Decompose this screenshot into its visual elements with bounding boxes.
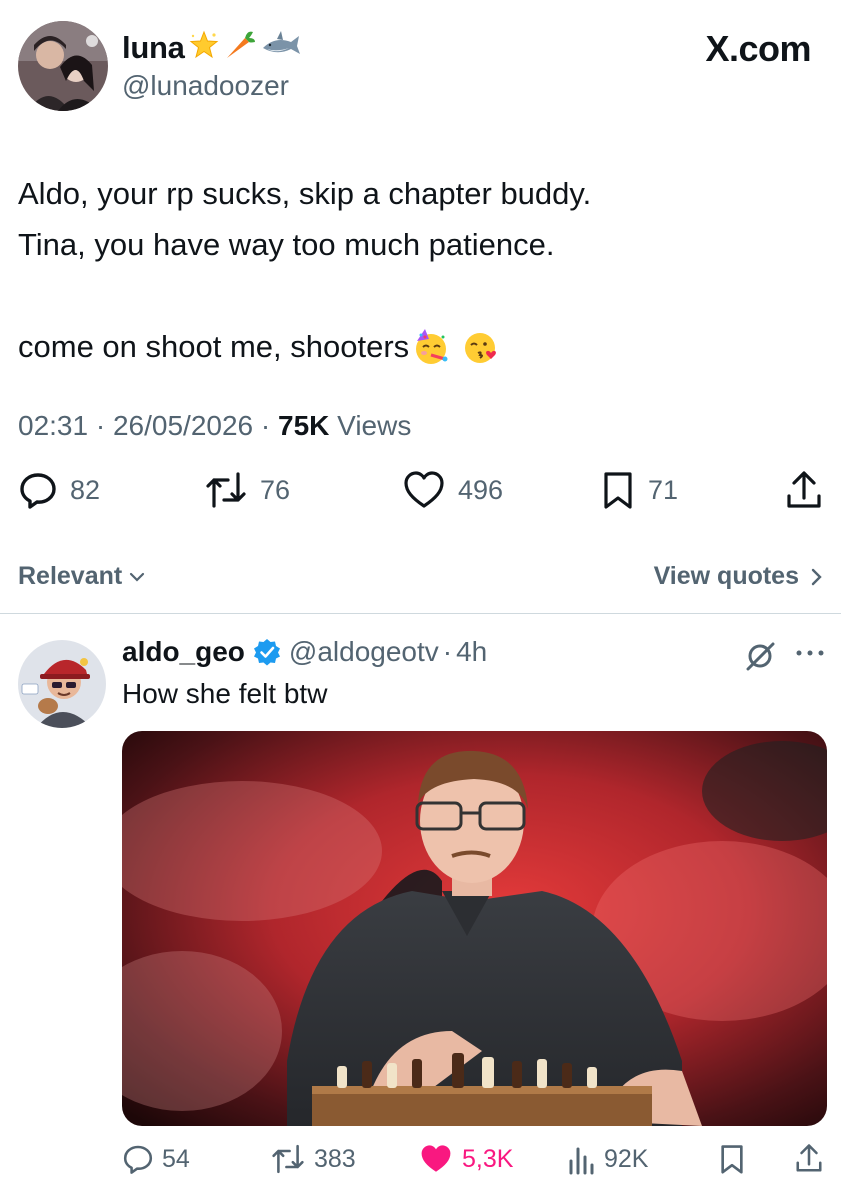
tweet-line-1: Aldo, your rp sucks, skip a chapter budd… — [18, 176, 592, 211]
reply-count: 82 — [70, 474, 101, 505]
shark-emoji — [261, 30, 301, 65]
tweet-line-3-row: come on shoot me, shooters — [18, 321, 591, 372]
views-chart-icon — [569, 1147, 594, 1175]
sort-label: Relevant — [18, 562, 123, 590]
tweet-line-3: come on shoot me, shooters — [18, 329, 410, 364]
reply-sort-dropdown[interactable]: Relevant — [18, 562, 146, 591]
carrot-emoji — [223, 28, 257, 67]
share-button[interactable] — [784, 470, 824, 512]
tweet-blank-line — [18, 270, 591, 321]
reply-age[interactable]: 4h — [456, 636, 487, 668]
reply-icon — [20, 473, 56, 509]
views-count: 75K — [278, 410, 330, 441]
meta-separator: · — [95, 410, 106, 441]
reply-repost-button[interactable]: 383 — [270, 1143, 356, 1175]
repost-button[interactable]: 76 — [204, 470, 290, 510]
chevron-down-icon — [130, 572, 145, 582]
kissing-heart-emoji — [461, 327, 501, 367]
reply-repost-count: 383 — [314, 1144, 356, 1173]
repost-icon — [206, 472, 246, 508]
more-icon — [796, 650, 824, 656]
reply-reply-count: 54 — [162, 1144, 190, 1173]
author-name-row[interactable]: luna — [122, 28, 301, 67]
reply-header: aldo_geo @aldogeotv · 4h — [122, 636, 487, 668]
repost-icon — [272, 1144, 304, 1174]
share-icon — [796, 1144, 822, 1172]
reply-display-name[interactable]: aldo_geo — [122, 636, 245, 668]
reply-like-count: 5,3K — [462, 1144, 514, 1173]
tweet-text: Aldo, your rp sucks, skip a chapter budd… — [18, 168, 591, 372]
reply-handle[interactable]: @aldogeotv — [289, 636, 439, 668]
tweet-date[interactable]: 26/05/2026 — [113, 410, 253, 441]
reply-media-photo[interactable] — [122, 731, 827, 1126]
reply-views-button[interactable]: 92K — [568, 1143, 648, 1175]
more-options-button[interactable] — [794, 646, 826, 664]
divider — [0, 613, 841, 614]
tweet-action-bar: 82 76 496 71 — [18, 470, 826, 522]
bookmark-button[interactable]: 71 — [600, 470, 678, 510]
grok-icon — [746, 642, 775, 671]
view-quotes-link[interactable]: View quotes — [654, 562, 823, 591]
bookmark-icon — [604, 472, 632, 509]
share-icon — [787, 471, 821, 508]
bookmark-count: 71 — [648, 474, 679, 505]
partying-face-emoji — [411, 327, 451, 367]
reply-bookmark-button[interactable] — [718, 1143, 746, 1175]
reply-action-bar: 54 383 5,3K 92K — [122, 1143, 827, 1183]
tweet-time[interactable]: 02:31 — [18, 410, 88, 441]
author-handle[interactable]: @lunadoozer — [122, 70, 289, 102]
chevron-right-icon — [811, 568, 822, 585]
like-count: 496 — [458, 474, 504, 505]
author-display-name[interactable]: luna — [122, 30, 185, 66]
tweet-line-2: Tina, you have way too much patience. — [18, 227, 555, 262]
site-watermark: X.com — [705, 28, 811, 69]
reply-icon — [123, 1145, 153, 1174]
heart-filled-icon — [421, 1145, 451, 1172]
reply-separator: · — [442, 636, 453, 667]
repost-count: 76 — [260, 474, 291, 505]
reply-button[interactable]: 82 — [18, 470, 100, 510]
reply-reply-button[interactable]: 54 — [122, 1143, 190, 1175]
meta-separator: · — [260, 410, 271, 441]
reply-views-count: 92K — [604, 1144, 649, 1173]
verified-badge-icon — [253, 639, 280, 666]
star-emoji — [189, 30, 219, 65]
tweet-meta: 02:31 · 26/05/2026 · 75K Views — [18, 410, 411, 442]
bookmark-icon — [721, 1145, 743, 1174]
view-quotes-label: View quotes — [653, 562, 799, 590]
author-avatar[interactable] — [18, 21, 108, 111]
views-label: Views — [337, 410, 412, 441]
heart-icon — [404, 471, 444, 508]
like-button[interactable]: 496 — [402, 470, 503, 510]
reply-text: How she felt btw — [122, 678, 328, 709]
reply-author-avatar[interactable] — [18, 640, 106, 728]
reply-share-button[interactable] — [794, 1143, 824, 1175]
reply-like-button[interactable]: 5,3K — [418, 1143, 513, 1175]
grok-button[interactable] — [744, 640, 776, 677]
